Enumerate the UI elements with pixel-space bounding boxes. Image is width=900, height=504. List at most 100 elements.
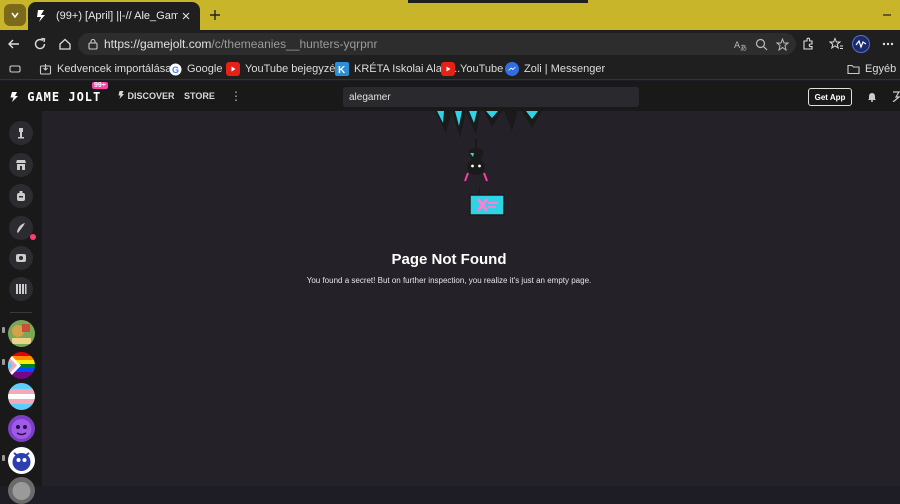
search-input[interactable] [343,87,639,107]
folder-icon [846,62,860,76]
bookmark-label: Zoli | Messenger [524,63,606,75]
zoom-icon[interactable] [753,36,769,52]
home-figure-icon [18,128,24,139]
url-text: https://gamejolt.com/c/themeanies__hunte… [104,37,377,51]
nav-discover-link[interactable]: DISCOVER [118,91,175,101]
sidebar-store-button[interactable] [9,153,33,177]
import-favorites-icon [38,62,52,76]
community-avatar-image [8,383,35,410]
minimize-button[interactable] [880,8,894,22]
new-tab-button[interactable] [206,6,224,24]
hanging-creature-illustration [435,111,542,216]
more-vertical-icon[interactable]: ⋮ [230,89,242,103]
youtube-icon [441,62,455,76]
main-content: Page Not Found You found a secret! But o… [42,111,900,486]
url-path: /c/themeanies__hunters-yqrpnr [211,37,378,51]
discover-icon [118,91,124,99]
more-horizontal-icon [882,42,894,46]
bookmark-bar-icon [8,62,22,76]
bookmark-folder-other[interactable]: Egyéb ke [846,61,900,77]
community-avatar-image [8,415,35,442]
community-avatar[interactable] [8,415,35,442]
nav-discover-label: DISCOVER [127,91,175,101]
url-host: https://gamejolt.com [104,37,212,51]
svg-text:K: K [338,65,346,76]
close-icon[interactable] [178,8,194,24]
tab-title: (99+) [April] ||-// Ale_GameMake [56,10,178,22]
favorites-button[interactable] [826,34,846,54]
home-button[interactable] [55,34,75,54]
community-avatar[interactable] [8,447,35,474]
messenger-icon [505,62,519,76]
more-menu-button[interactable] [878,34,898,54]
sidebar-home-button[interactable] [9,121,33,145]
gamejolt-top-nav: GAME JOLT 99+ DISCOVER STORE ⋮ Get App [0,81,900,111]
bookmark-item-import[interactable]: Kedvencek importálása [38,61,171,77]
plus-icon [210,10,220,20]
home-icon [59,38,71,50]
community-avatar[interactable] [8,352,35,379]
community-avatar-image [8,320,35,347]
address-bar[interactable]: https://gamejolt.com/c/themeanies__hunte… [78,33,796,55]
community-avatar-image [8,477,35,504]
quill-icon [17,223,25,233]
community-active-marker [2,327,5,333]
gamejolt-logo[interactable]: GAME JOLT [10,90,101,104]
chevron-down-icon [11,12,19,19]
gamejolt-logo-text: GAME JOLT [27,90,102,104]
back-button[interactable] [4,34,24,54]
nav-store-link[interactable]: STORE [184,91,215,101]
bookmark-label: Egyéb ke [865,63,900,75]
community-avatar-image [8,352,35,379]
get-app-button[interactable]: Get App [808,88,852,106]
bookmark-item-youtube[interactable]: YouTube [441,61,503,77]
favorites-icon [828,37,843,50]
browser-tab-strip: (99+) [April] ||-// Ale_GameMake [0,0,900,30]
bookmark-item-youtube-posts[interactable]: YouTube bejegyzé... [226,61,344,77]
lightning-icon [10,92,18,102]
kreta-icon: K [335,62,349,76]
bell-icon[interactable] [866,90,878,102]
community-marker [2,359,5,365]
notification-count-badge: 99+ [92,82,108,89]
sidebar-backpack-button[interactable] [9,184,33,208]
quests-notification-dot [30,234,36,240]
tab-actions-button[interactable] [4,4,26,26]
tab-strip-divider [408,0,588,3]
community-marker [2,455,5,461]
site-info-icon[interactable] [86,37,100,51]
community-avatar[interactable] [8,320,35,347]
bookmarks-bar-toggle[interactable] [8,61,27,77]
community-avatar[interactable] [8,383,35,410]
gamejolt-sidebar [0,111,42,504]
extensions-button[interactable] [798,34,818,54]
bookmark-label: YouTube bejegyzé... [245,63,345,75]
page-title: Page Not Found [391,251,507,268]
bookmarks-bar: Kedvencek importálása G Google YouTube b… [0,58,900,80]
bookmark-label: YouTube [460,63,504,75]
bookmark-item-google[interactable]: G Google [168,61,222,77]
community-avatar[interactable] [8,477,35,504]
bookmark-item-messenger[interactable]: Zoli | Messenger [505,61,605,77]
puzzle-icon [803,37,813,50]
translate-icon[interactable]: Aあ [732,36,748,52]
browser-toolbar: https://gamejolt.com/c/themeanies__hunte… [0,30,900,58]
svg-text:あ: あ [740,44,747,51]
refresh-button[interactable] [30,34,50,54]
svg-text:G: G [172,65,179,75]
sidebar-divider [10,312,32,313]
profile-wave-icon [855,39,867,49]
minimize-icon [883,14,891,16]
community-avatar-image [8,447,35,474]
youtube-icon [226,62,240,76]
profile-avatar[interactable] [852,35,870,53]
extra-nav-icon[interactable] [892,90,900,102]
page-message: You found a secret! But on further inspe… [306,276,592,285]
backpack-icon [17,191,25,201]
bookmark-label: Google [187,63,223,75]
favorite-star-icon[interactable] [774,36,790,52]
arrow-left-icon [8,39,19,49]
google-icon: G [168,62,182,76]
browser-tab-active[interactable]: (99+) [April] ||-// Ale_GameMake [28,2,200,30]
store-icon [16,160,26,170]
